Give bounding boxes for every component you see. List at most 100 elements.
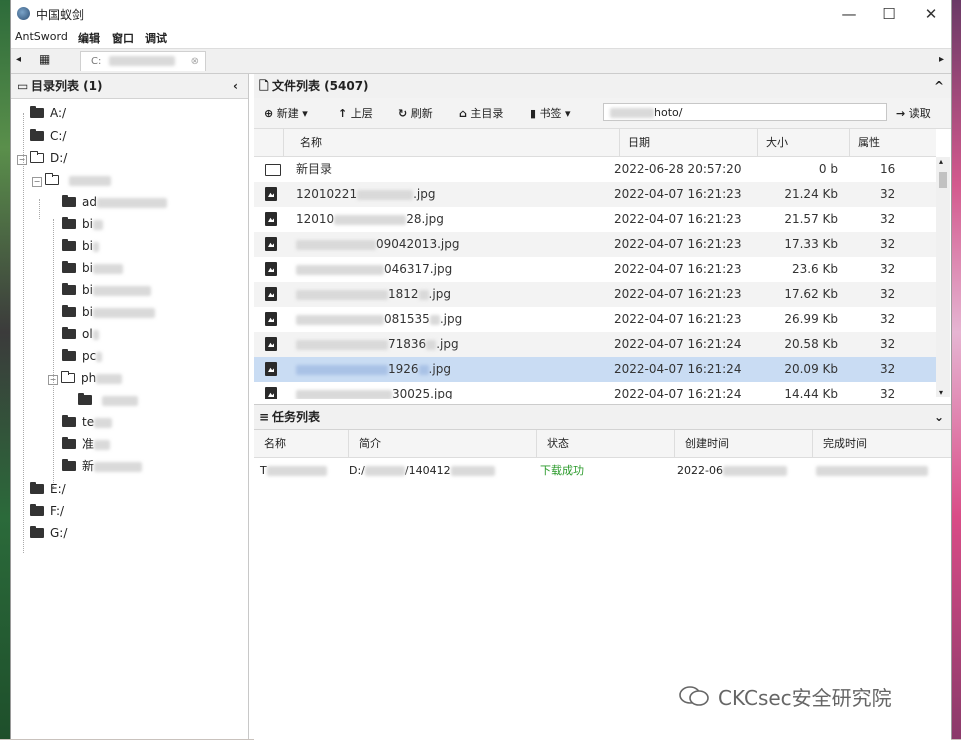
menu-debug[interactable]: 调试 — [145, 30, 167, 46]
path-input[interactable]: hoto/ — [603, 103, 887, 121]
tree-item-folder-ad[interactable]: ad — [62, 194, 167, 210]
image-file-icon — [265, 237, 277, 251]
image-file-icon — [265, 312, 277, 326]
refresh-button[interactable]: ↻ 刷新 — [398, 105, 433, 121]
folder-icon — [62, 459, 76, 471]
tree-item-folder-bi-2[interactable]: bi — [62, 238, 99, 254]
tree-item-folder-ol[interactable]: ol — [62, 326, 99, 342]
task-row[interactable]: T D://140412 下载成功 2022-06 — [254, 460, 951, 482]
tree-item-folder-bi-4[interactable]: bi — [62, 282, 151, 298]
tree-item-folder-bi-3[interactable]: bi — [62, 260, 123, 276]
column-date[interactable]: 日期 — [620, 129, 758, 156]
expand-toggle-icon[interactable]: − — [17, 155, 27, 165]
file-row[interactable]: 12010 28.jpg 2022-04-07 16:21:23 21.57 Kb… — [254, 207, 936, 232]
tree-item-drive-a[interactable]: A:/ — [30, 105, 66, 121]
file-row[interactable]: 30025.jpg 2022-04-07 16:21:24 14.44 Kb 3… — [254, 382, 936, 399]
redacted-text — [94, 461, 143, 472]
file-row-selected[interactable]: 1926 .jpg 2022-04-07 16:21:24 20.09 Kb 32 — [254, 357, 936, 382]
maximize-button[interactable]: ☐ — [871, 2, 907, 26]
tree-item-drive-g[interactable]: G:/ — [30, 525, 67, 541]
home-button[interactable]: ⌂ 主目录 — [459, 105, 503, 121]
title-bar[interactable]: 中国蚁剑 — ☐ ✕ — [11, 0, 951, 28]
column-task-created[interactable]: 创建时间 — [675, 430, 813, 457]
folder-icon — [62, 437, 76, 449]
scroll-down-icon[interactable]: ▾ — [939, 388, 943, 397]
arrow-right-icon: → — [896, 107, 906, 120]
tree-item-drive-c[interactable]: C:/ — [30, 128, 66, 144]
tree-item-folder-pc[interactable]: pc — [62, 348, 103, 364]
tree-item-folder-bi-5[interactable]: bi — [62, 304, 155, 320]
tree-item-folder-te[interactable]: te — [62, 414, 113, 430]
app-logo-icon — [17, 7, 30, 20]
redacted-text — [296, 239, 376, 250]
scroll-thumb[interactable] — [939, 172, 947, 188]
tree-item-drive-d[interactable]: − D:/ — [17, 150, 67, 166]
image-file-icon — [265, 262, 277, 276]
tab-scroll-left-icon[interactable]: ◂ — [16, 54, 21, 65]
menu-antsword[interactable]: AntSword — [15, 30, 68, 43]
expand-toggle-icon[interactable]: − — [48, 375, 58, 385]
tree-item-drive-f[interactable]: F:/ — [30, 503, 64, 519]
tree-item-folder-zhun[interactable]: 准 — [62, 436, 111, 452]
file-list-scrollbar[interactable]: ▴ ▾ — [936, 157, 950, 397]
grid-home-icon[interactable]: ▦ — [39, 52, 50, 66]
redacted-text — [94, 417, 113, 428]
tree-item-subfolder[interactable]: − — [32, 172, 111, 188]
file-row[interactable]: 09042013.jpg 2022-04-07 16:21:23 17.33 K… — [254, 232, 936, 257]
expand-toggle-icon[interactable]: − — [32, 177, 42, 187]
close-button[interactable]: ✕ — [913, 2, 949, 26]
file-row[interactable]: 046317.jpg 2022-04-07 16:21:23 23.6 Kb 3… — [254, 257, 936, 282]
tab-shell-session[interactable]: C: ⊗ — [80, 51, 206, 71]
minimize-button[interactable]: — — [831, 2, 867, 26]
menu-window[interactable]: 窗口 — [112, 30, 134, 46]
redacted-text — [92, 285, 151, 296]
collapse-panel-button[interactable]: ⌄ — [934, 405, 944, 429]
bookmark-icon: ▮ — [530, 107, 537, 120]
column-task-status[interactable]: 状态 — [537, 430, 675, 457]
file-row[interactable]: 12010221 .jpg 2022-04-07 16:21:23 21.24 K… — [254, 182, 936, 207]
tree-item-folder-ph[interactable]: − ph — [48, 370, 123, 386]
collapse-panel-button[interactable]: ^ — [934, 74, 944, 98]
menu-edit[interactable]: 编辑 — [78, 30, 100, 46]
image-file-icon — [265, 362, 277, 376]
tree-item-folder-xin[interactable]: 新 — [62, 458, 143, 474]
column-task-name[interactable]: 名称 — [254, 430, 349, 457]
redacted-text — [92, 241, 99, 252]
file-row[interactable]: 新目录 2022-06-28 20:57:20 0 b 16 — [254, 157, 936, 182]
up-button[interactable]: ↑ 上层 — [338, 105, 373, 121]
bookmark-button[interactable]: ▮ 书签 ▾ — [530, 105, 571, 121]
redacted-text — [296, 314, 384, 325]
column-name[interactable]: 名称 — [284, 129, 620, 156]
column-attr[interactable]: 属性 — [850, 129, 936, 156]
tree-item-folder-bi-1[interactable]: bi — [62, 216, 103, 232]
folder-open-icon — [45, 173, 59, 185]
task-status: 下载成功 — [540, 464, 584, 477]
file-row[interactable]: 081535 .jpg 2022-04-07 16:21:23 26.99 Kb … — [254, 307, 936, 332]
directory-panel-title: 目录列表 (1) — [31, 79, 103, 93]
tab-close-icon[interactable]: ⊗ — [191, 52, 199, 72]
column-task-finished[interactable]: 完成时间 — [813, 430, 951, 457]
file-table-header: 名称 日期 大小 属性 — [254, 129, 936, 157]
column-task-desc[interactable]: 简介 — [349, 430, 537, 457]
column-size[interactable]: 大小 — [758, 129, 850, 156]
new-button[interactable]: ⊕ 新建 ▾ — [264, 105, 308, 121]
wechat-icon — [679, 686, 709, 706]
collapse-panel-button[interactable]: ‹ — [233, 74, 238, 98]
tree-item-drive-e[interactable]: E:/ — [30, 481, 66, 497]
redacted-text — [296, 364, 388, 375]
redacted-text — [418, 289, 429, 300]
image-file-icon — [265, 187, 277, 201]
read-button[interactable]: → 读取 — [896, 105, 931, 121]
file-row[interactable]: 1812 .jpg 2022-04-07 16:21:23 17.62 Kb 32 — [254, 282, 936, 307]
redacted-text — [296, 339, 388, 350]
redacted-text — [296, 264, 384, 275]
redacted-text — [94, 439, 111, 450]
tree-item-folder-photo-sub[interactable] — [78, 392, 138, 408]
folder-icon — [30, 129, 44, 141]
redacted-text — [92, 263, 123, 274]
file-row[interactable]: 71836 .jpg 2022-04-07 16:21:24 20.58 Kb 3… — [254, 332, 936, 357]
tab-scroll-right-icon[interactable]: ▸ — [939, 54, 944, 65]
scroll-up-icon[interactable]: ▴ — [939, 157, 943, 166]
redacted-text — [92, 219, 103, 230]
redacted-text — [266, 466, 327, 476]
